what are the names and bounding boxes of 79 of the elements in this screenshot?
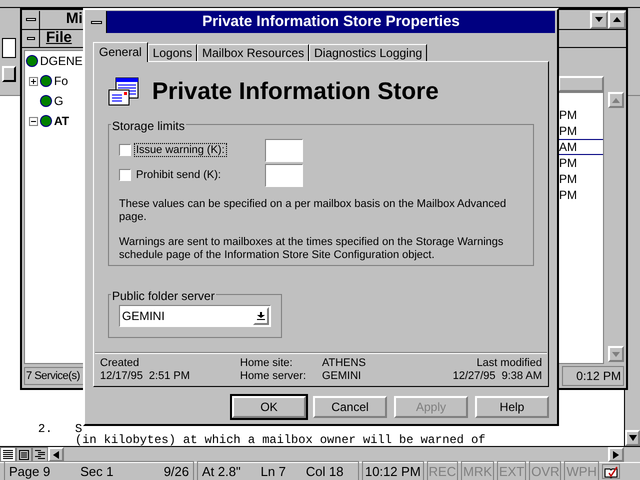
home-server-value: GEMINI — [322, 370, 362, 383]
right-arrow-icon — [613, 450, 619, 458]
status-time: 0:12 PM — [562, 366, 624, 386]
book-check-icon[interactable] — [604, 466, 618, 478]
last-modified-label: Last modified — [476, 357, 542, 370]
tab[interactable]: Diagnostics Logging — [309, 44, 428, 61]
tab[interactable]: General — [93, 42, 148, 62]
limit-input-field[interactable] — [265, 164, 303, 186]
document-text: S — [75, 424, 82, 435]
up-arrow-icon — [613, 17, 621, 22]
scroll-up-button[interactable] — [608, 92, 624, 108]
status-text: At 2.8" — [202, 462, 241, 480]
dialog-heading: Private Information Store — [152, 77, 439, 107]
status-text: 9/26 — [164, 462, 189, 480]
scroll-right-button[interactable] — [608, 447, 624, 462]
minimize-button[interactable] — [590, 10, 608, 28]
down-arrow-icon — [257, 312, 265, 320]
tree-item[interactable]: G — [54, 92, 64, 110]
status-indicator: WPH — [564, 460, 599, 480]
limit-input-field[interactable] — [265, 138, 303, 162]
page-icon — [19, 450, 29, 460]
status-indicator: MRK — [461, 460, 494, 480]
down-arrow-icon — [612, 352, 620, 356]
window-title: Mi — [66, 9, 83, 30]
globe-icon — [40, 75, 52, 87]
down-arrow-icon — [628, 435, 636, 441]
server-dropdown[interactable]: GEMINI — [119, 305, 271, 327]
list-number: 2. — [38, 422, 52, 436]
status-indicator: EXT — [497, 460, 526, 480]
up-arrow-icon — [612, 98, 620, 102]
status-text: Page 9 — [9, 462, 50, 480]
tree-item[interactable]: Fo — [54, 72, 68, 90]
dialog-button[interactable]: OK — [232, 396, 306, 418]
dialog-button[interactable]: Cancel — [313, 396, 387, 418]
status-time: 10:12 PM — [362, 460, 424, 480]
outline-icon — [35, 450, 45, 459]
globe-icon — [40, 115, 52, 127]
down-arrow-icon — [595, 17, 603, 22]
lines-icon — [3, 450, 13, 459]
scroll-left-button[interactable] — [48, 447, 64, 462]
last-modified-date: 12/27/95 9:38 AM — [452, 370, 542, 383]
status-indicator: REC — [426, 460, 458, 480]
dialog-button[interactable]: Help — [475, 396, 549, 418]
checkbox[interactable] — [119, 144, 131, 156]
menu-item[interactable]: File — [46, 27, 72, 50]
system-menu-icon[interactable] — [87, 11, 107, 33]
created-date: 12/17/95 2:51 PM — [100, 370, 191, 383]
tree-item[interactable]: DGENE — [40, 52, 83, 70]
expand-icon[interactable] — [29, 76, 38, 86]
home-site-value: ATHENS — [322, 357, 367, 370]
normal-view-button[interactable] — [0, 447, 16, 462]
dropdown-arrow-button[interactable] — [253, 307, 269, 325]
checkbox-label[interactable]: Issue warning (K): — [135, 144, 226, 156]
collapse-icon[interactable] — [29, 116, 38, 126]
status-text: Ln 7 — [260, 462, 286, 480]
home-site-label: Home site: — [240, 357, 294, 370]
note-text: Warnings are sent to mailboxes at the times specified on the Storage Warnings schedule page of the Information Store Site Configuration object. — [119, 236, 504, 262]
checkbox[interactable] — [119, 169, 131, 181]
globe-icon — [40, 95, 52, 107]
store-icon — [108, 77, 140, 107]
created-label: Created — [100, 357, 140, 370]
dialog-title: Private Information Store Properties — [201, 12, 461, 32]
left-arrow-icon — [53, 450, 59, 458]
status-indicator: OVR — [529, 460, 562, 480]
status-text: Col 18 — [306, 462, 344, 480]
tab[interactable]: Mailbox Resources — [197, 44, 310, 61]
home-server-label: Home server: — [240, 370, 308, 383]
checkbox-label[interactable]: Prohibit send (K): — [135, 168, 222, 181]
maximize-button[interactable] — [608, 10, 626, 28]
tab[interactable]: Logons — [148, 44, 198, 61]
tree-item[interactable]: AT — [54, 112, 70, 130]
note-text: These values can be specified on a per mailbox basis on the Mailbox Advanced page. — [119, 198, 508, 224]
outline-view-button[interactable] — [32, 447, 48, 462]
scroll-down-button[interactable] — [625, 430, 640, 446]
status-text: Sec 1 — [80, 462, 114, 480]
page-view-button[interactable] — [16, 447, 32, 462]
toolbar-button[interactable] — [2, 38, 16, 58]
document-text: (in kilobytes) at which a mailbox owner will be warned of — [75, 435, 486, 446]
globe-icon — [26, 55, 38, 67]
